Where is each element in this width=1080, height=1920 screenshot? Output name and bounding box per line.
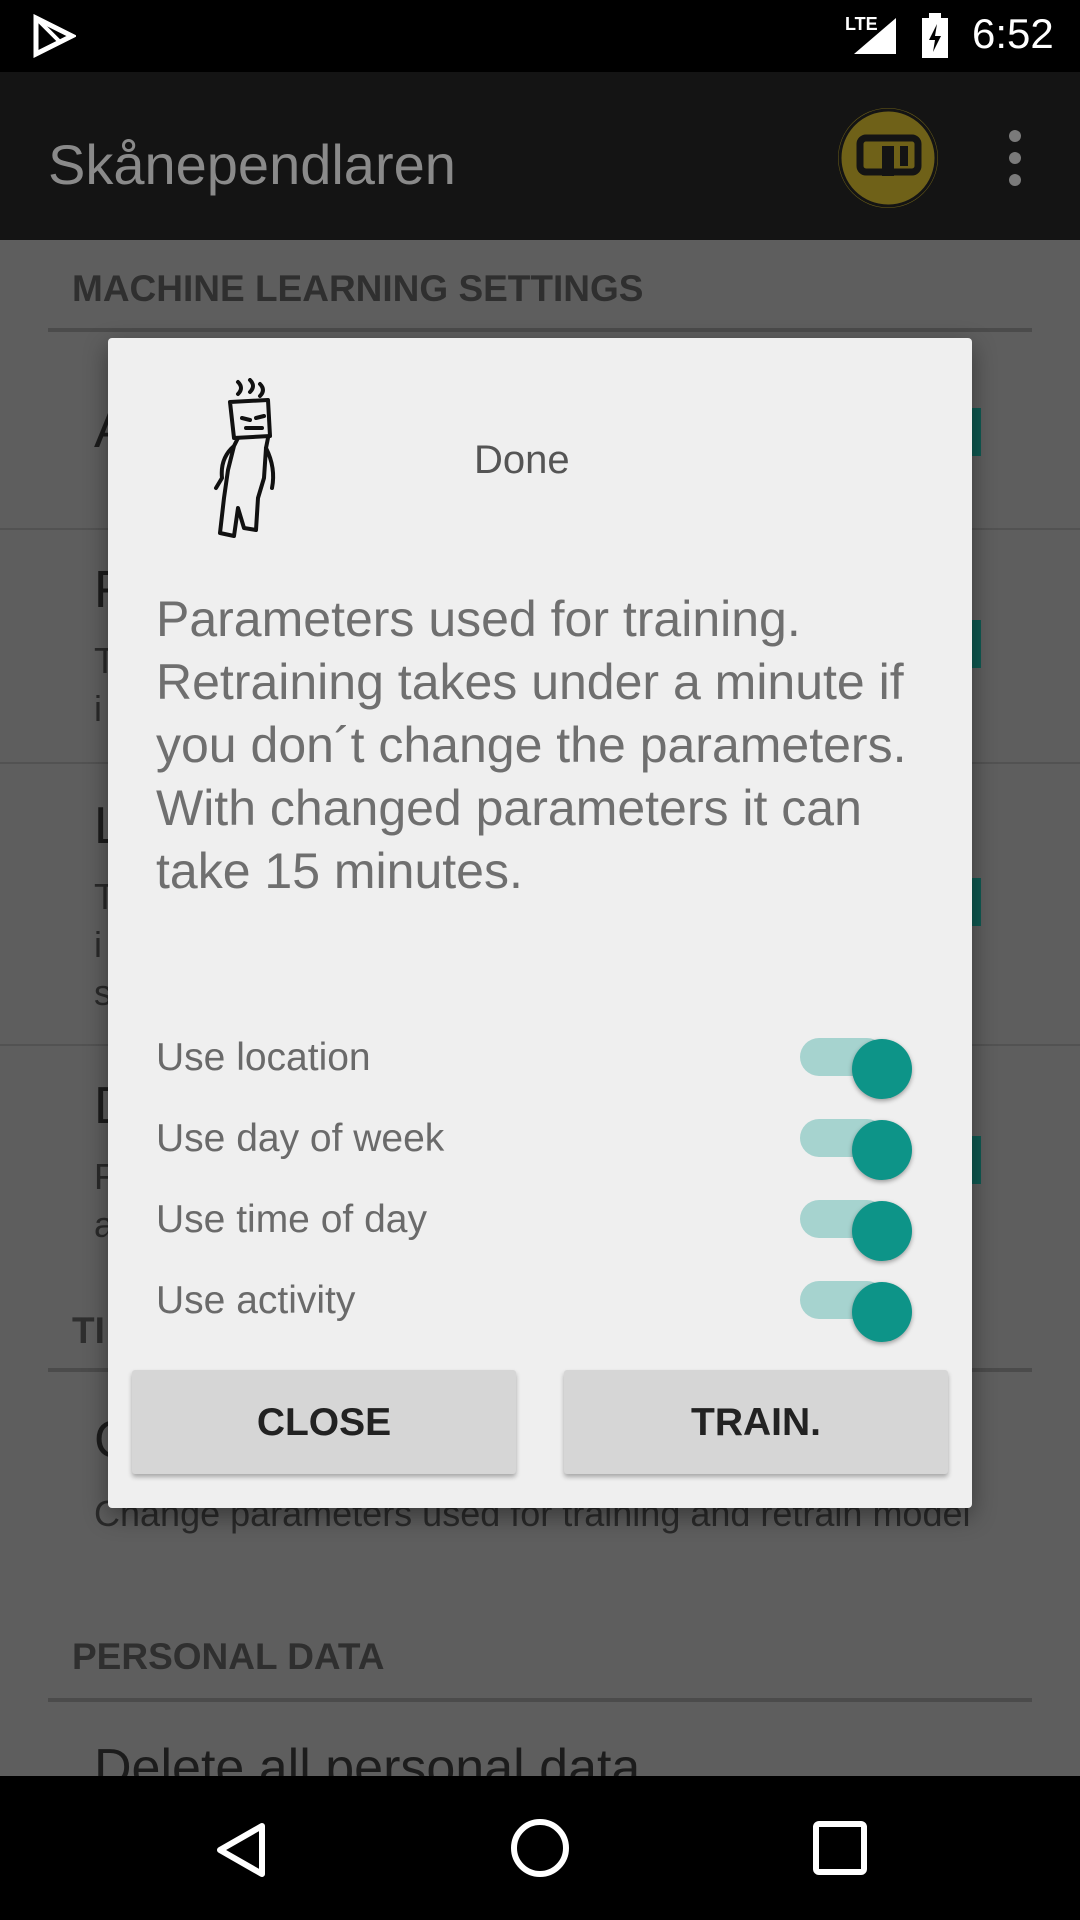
training-status: Done [474,438,570,482]
training-dialog: Done Parameters used for training. Retra… [108,338,972,1508]
divider [48,1698,1032,1702]
toggle-row-time-of-day[interactable]: Use time of day [156,1186,912,1261]
divider [48,328,1032,332]
play-store-icon [33,14,76,58]
battery-charging-icon [922,13,948,58]
toggle-row-location[interactable]: Use location [156,1024,912,1099]
app-title: Skånependlaren [48,133,456,196]
robot-illustration [214,378,276,538]
section-header-training: TI [72,1310,105,1351]
setting-row-subtitle: i [94,924,102,965]
toggle-label: Use activity [156,1279,356,1322]
use-day-of-week-switch[interactable] [800,1119,912,1180]
use-time-of-day-switch[interactable] [800,1200,912,1261]
setting-row-subtitle: i [94,688,102,729]
toggle-row-day-of-week[interactable]: Use day of week [156,1105,912,1180]
nav-back-icon[interactable] [212,1820,272,1880]
toggle-row-activity[interactable]: Use activity [156,1267,912,1342]
app-logo-icon[interactable] [838,108,938,208]
signal-icon [854,18,896,54]
toggle-label: Use day of week [156,1117,445,1160]
use-location-switch[interactable] [800,1038,912,1099]
nav-home-icon[interactable] [508,1816,572,1880]
status-bar: LTE 6:52 [0,0,1080,72]
navigation-bar [0,1776,1080,1920]
close-button[interactable]: CLOSE [132,1370,516,1474]
overflow-menu-icon[interactable] [1000,130,1030,190]
dialog-message: Parameters used for training. Retraining… [156,591,907,899]
train-button[interactable]: TRAIN. [564,1370,948,1474]
toggle-label: Use time of day [156,1198,427,1241]
toggle-label: Use location [156,1036,371,1079]
section-header-personal: PERSONAL DATA [72,1636,385,1677]
nav-recents-icon[interactable] [812,1820,868,1876]
clock: 6:52 [972,10,1054,57]
use-activity-switch[interactable] [800,1281,912,1342]
delete-all-data[interactable]: Delete all personal data [94,1738,640,1776]
app-bar: Skånependlaren [0,72,1080,240]
section-header-ml: MACHINE LEARNING SETTINGS [72,268,644,309]
